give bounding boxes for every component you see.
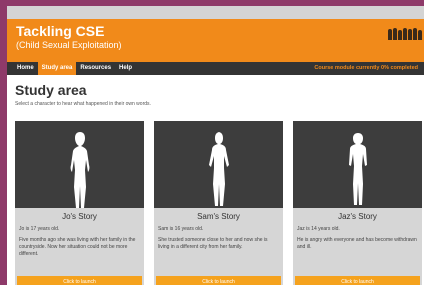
person-silhouette-icon xyxy=(348,133,367,205)
card-title: Jo's Story xyxy=(62,212,97,221)
card-age: Jaz is 14 years old. xyxy=(297,226,340,232)
site-header: Tackling CSE (Child Sexual Exploitation) xyxy=(7,19,424,62)
launch-button[interactable]: Click to launch xyxy=(17,276,142,285)
browser-top-strip xyxy=(7,6,424,19)
launch-button[interactable]: Click to launch xyxy=(295,276,420,285)
character-cards: Jo's Story Jo is 17 years old. Five mont… xyxy=(15,121,422,285)
site-title: Tackling CSE xyxy=(16,23,105,39)
character-card-jo[interactable]: Jo's Story Jo is 17 years old. Five mont… xyxy=(15,121,144,285)
card-description: He is angry with everyone and has become… xyxy=(297,237,417,250)
card-title: Jaz's Story xyxy=(338,212,377,221)
card-title: Sam's Story xyxy=(197,212,240,221)
main-nav: Home Study area Resources Help Course mo… xyxy=(7,62,424,75)
browser-page: Tackling CSE (Child Sexual Exploitation)… xyxy=(7,6,424,285)
page-instruction: Select a character to hear what happened… xyxy=(15,101,151,107)
people-group-logo-icon xyxy=(388,28,422,40)
character-image[interactable] xyxy=(15,121,144,208)
nav-resources[interactable]: Resources xyxy=(76,62,115,75)
character-card-jaz[interactable]: Jaz's Story Jaz is 14 years old. He is a… xyxy=(293,121,422,285)
nav-help[interactable]: Help xyxy=(115,62,136,75)
site-subtitle: (Child Sexual Exploitation) xyxy=(16,40,122,50)
card-age: Jo is 17 years old. xyxy=(19,226,60,232)
person-silhouette-icon xyxy=(70,132,89,208)
page-title: Study area xyxy=(15,82,87,98)
character-card-sam[interactable]: Sam's Story Sam is 16 years old. She tru… xyxy=(154,121,283,285)
launch-button[interactable]: Click to launch xyxy=(156,276,281,285)
card-description: She trusted someone close to her and now… xyxy=(158,237,268,250)
card-description: Five months ago she was living with her … xyxy=(19,237,136,257)
course-progress-status: Course module currently 0% completed xyxy=(314,65,418,71)
nav-study-area[interactable]: Study area xyxy=(37,62,77,75)
character-image[interactable] xyxy=(154,121,283,208)
character-image[interactable] xyxy=(293,121,422,208)
card-age: Sam is 16 years old. xyxy=(158,226,204,232)
nav-home[interactable]: Home xyxy=(13,62,38,75)
person-silhouette-icon xyxy=(208,132,229,206)
